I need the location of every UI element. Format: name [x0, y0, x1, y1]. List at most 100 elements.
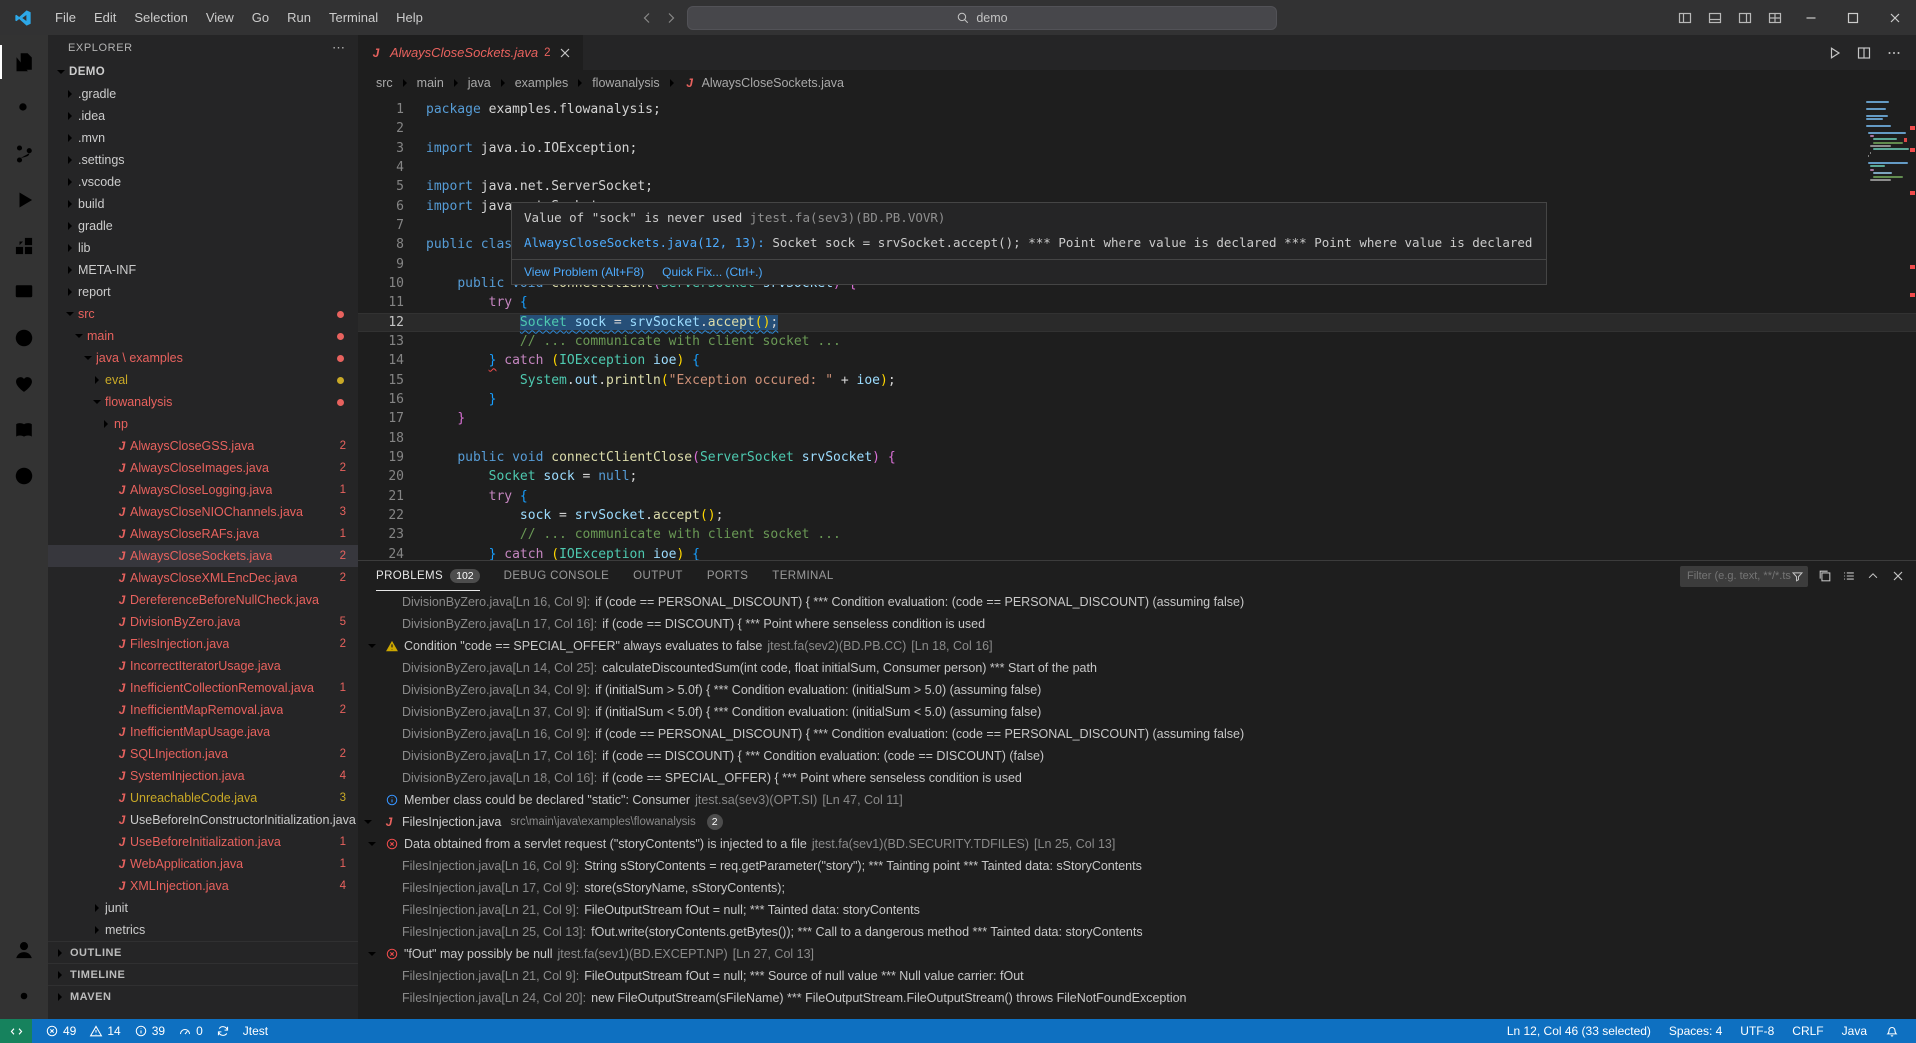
view-as-table-icon[interactable] [1842, 569, 1856, 583]
remote-explorer-icon[interactable] [0, 269, 48, 315]
maximize-panel-icon[interactable] [1866, 569, 1880, 583]
problems-filter[interactable] [1680, 566, 1808, 587]
tree-folder-java-examples[interactable]: java \ examples [48, 347, 358, 369]
menu-edit[interactable]: Edit [85, 0, 125, 35]
breadcrumb-item[interactable]: main [415, 76, 446, 90]
problem-row[interactable]: DivisionByZero.java[Ln 17, Col 16]: if (… [358, 613, 1916, 635]
menu-go[interactable]: Go [243, 0, 278, 35]
tree-file-filesinjection-java[interactable]: JFilesInjection.java2 [48, 633, 358, 655]
extensions-icon[interactable] [0, 223, 48, 269]
tree-file-alwayscloseimages-java[interactable]: JAlwaysCloseImages.java2 [48, 457, 358, 479]
meter-indicator[interactable]: 0 [173, 1019, 208, 1043]
toggle-secondary-sidebar-icon[interactable] [1730, 0, 1760, 35]
explorer-icon[interactable] [0, 39, 48, 85]
editor-more-actions-icon[interactable] [1886, 45, 1902, 61]
tree-folder-eval[interactable]: eval [48, 369, 358, 391]
menu-selection[interactable]: Selection [125, 0, 196, 35]
run-debug-icon[interactable] [0, 177, 48, 223]
tree-folder-demo[interactable]: DEMO [48, 61, 358, 83]
breadcrumb-item[interactable]: examples [513, 76, 571, 90]
tree-folder-flowanalysis[interactable]: flowanalysis [48, 391, 358, 413]
problem-row[interactable]: FilesInjection.java[Ln 17, Col 9]: store… [358, 877, 1916, 899]
minimap[interactable] [1864, 96, 1908, 560]
breadcrumb-item[interactable]: src [374, 76, 395, 90]
problem-row[interactable]: DivisionByZero.java[Ln 14, Col 25]: calc… [358, 657, 1916, 679]
notifications-bell[interactable] [1878, 1019, 1906, 1043]
collapse-all-icon[interactable] [1818, 569, 1832, 583]
problems-filter-input[interactable] [1687, 570, 1791, 582]
tree-folder-np[interactable]: np [48, 413, 358, 435]
tree-folder-build[interactable]: build [48, 193, 358, 215]
close-panel-icon[interactable] [1890, 568, 1906, 584]
view-problem-action[interactable]: View Problem (Alt+F8) [524, 265, 644, 279]
customize-layout-icon[interactable] [1760, 0, 1790, 35]
tree-file-sqlinjection-java[interactable]: JSQLInjection.java2 [48, 743, 358, 765]
tree-folder-gradle[interactable]: gradle [48, 215, 358, 237]
problem-row[interactable]: DivisionByZero.java[Ln 37, Col 9]: if (i… [358, 701, 1916, 723]
problem-row[interactable]: FilesInjection.java[Ln 25, Col 13]: fOut… [358, 921, 1916, 943]
tab-alwaysclosesockets[interactable]: J AlwaysCloseSockets.java 2 [358, 35, 583, 70]
problem-row[interactable]: "fOut" may possibly be null jtest.fa(sev… [358, 943, 1916, 965]
indentation[interactable]: Spaces: 4 [1662, 1019, 1729, 1043]
quick-fix-action[interactable]: Quick Fix... (Ctrl+.) [662, 265, 762, 279]
tree-file-alwaysclosexmlencdec-java[interactable]: JAlwaysCloseXMLEncDec.java2 [48, 567, 358, 589]
menu-file[interactable]: File [46, 0, 85, 35]
language-mode[interactable]: Java [1835, 1019, 1874, 1043]
encoding[interactable]: UTF-8 [1733, 1019, 1781, 1043]
problem-row[interactable]: DivisionByZero.java[Ln 34, Col 9]: if (i… [358, 679, 1916, 701]
tree-file-xmlinjection-java[interactable]: JXMLInjection.java4 [48, 875, 358, 897]
remote-indicator[interactable] [0, 1019, 32, 1043]
tree-file-dereferencebeforenullcheck-java[interactable]: JDereferenceBeforeNullCheck.java [48, 589, 358, 611]
views-more-icon[interactable]: ⋯ [332, 40, 346, 56]
panel-tab-debug-console[interactable]: DEBUG CONSOLE [504, 561, 610, 591]
eol[interactable]: CRLF [1785, 1019, 1830, 1043]
jtest-indicator[interactable]: Jtest [238, 1019, 273, 1043]
tree-folder-metrics[interactable]: metrics [48, 919, 358, 941]
problem-row[interactable]: DivisionByZero.java[Ln 17, Col 16]: if (… [358, 745, 1916, 767]
panel-tab-terminal[interactable]: TERMINAL [772, 561, 833, 591]
menu-help[interactable]: Help [387, 0, 432, 35]
menu-view[interactable]: View [197, 0, 243, 35]
panel-tab-problems[interactable]: PROBLEMS102 [376, 561, 480, 591]
run-java-icon[interactable] [1826, 45, 1842, 61]
tree-folder-main[interactable]: main [48, 325, 358, 347]
jtest-icon[interactable] [0, 361, 48, 407]
problems-infos[interactable]: 39 [129, 1019, 170, 1043]
section-outline[interactable]: OUTLINE [48, 941, 358, 963]
window-close-button[interactable] [1874, 0, 1916, 35]
problem-row[interactable]: FilesInjection.java[Ln 24, Col 20]: new … [358, 987, 1916, 1009]
tree-file-systeminjection-java[interactable]: JSystemInjection.java4 [48, 765, 358, 787]
tree-folder-report[interactable]: report [48, 281, 358, 303]
problem-row[interactable]: Member class could be declared "static":… [358, 789, 1916, 811]
tree-file-inefficientmapusage-java[interactable]: JInefficientMapUsage.java [48, 721, 358, 743]
tree-folder-src[interactable]: src [48, 303, 358, 325]
tree-folder--settings[interactable]: .settings [48, 149, 358, 171]
window-minimize-button[interactable] [1790, 0, 1832, 35]
tree-file-alwayscloserafs-java[interactable]: JAlwaysCloseRAFs.java1 [48, 523, 358, 545]
sync-indicator[interactable] [211, 1019, 235, 1043]
problem-row[interactable]: DivisionByZero.java[Ln 16, Col 9]: if (c… [358, 723, 1916, 745]
window-maximize-button[interactable] [1832, 0, 1874, 35]
tree-folder-junit[interactable]: junit [48, 897, 358, 919]
problem-row[interactable]: FilesInjection.java[Ln 21, Col 9]: FileO… [358, 899, 1916, 921]
problem-row[interactable]: DivisionByZero.java[Ln 18, Col 16]: if (… [358, 767, 1916, 789]
tree-folder-lib[interactable]: lib [48, 237, 358, 259]
settings-gear-icon[interactable] [0, 973, 48, 1019]
live-share-icon[interactable] [0, 453, 48, 499]
section-timeline[interactable]: TIMELINE [48, 963, 358, 985]
cursor-position[interactable]: Ln 12, Col 46 (33 selected) [1500, 1019, 1658, 1043]
nav-back-icon[interactable] [639, 10, 655, 26]
tree-folder-meta-inf[interactable]: META-INF [48, 259, 358, 281]
search-icon[interactable] [0, 85, 48, 131]
code-editor[interactable]: 1package examples.flowanalysis;23import … [358, 96, 1916, 560]
problem-row[interactable]: JFilesInjection.javasrc\main\java\exampl… [358, 811, 1916, 833]
tree-file-webapplication-java[interactable]: JWebApplication.java1 [48, 853, 358, 875]
problem-row[interactable]: FilesInjection.java[Ln 16, Col 9]: Strin… [358, 855, 1916, 877]
tree-folder--idea[interactable]: .idea [48, 105, 358, 127]
source-control-icon[interactable] [0, 131, 48, 177]
nav-forward-icon[interactable] [663, 10, 679, 26]
accounts-icon[interactable] [0, 927, 48, 973]
breadcrumb-item[interactable]: flowanalysis [590, 76, 661, 90]
problem-row[interactable]: Data obtained from a servlet request ("s… [358, 833, 1916, 855]
tree-file-inefficientmapremoval-java[interactable]: JInefficientMapRemoval.java2 [48, 699, 358, 721]
